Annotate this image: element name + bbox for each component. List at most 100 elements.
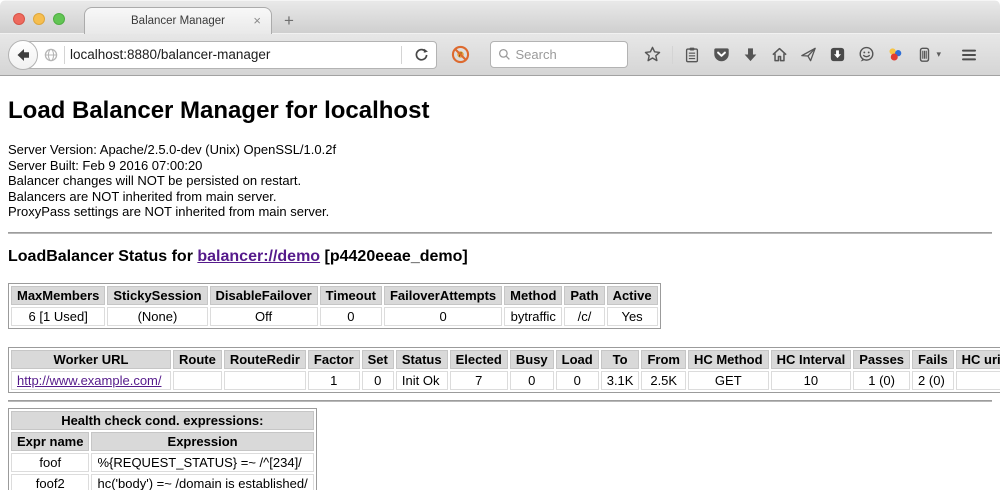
back-button[interactable] [8, 40, 38, 70]
url-bar[interactable]: localhost:8880/balancer-manager [22, 41, 437, 69]
search-bar[interactable] [490, 41, 628, 68]
tab-balancer-manager[interactable]: Balancer Manager × [84, 7, 272, 34]
table-title-row: Health check cond. expressions: [11, 411, 314, 430]
cell-expression: %{REQUEST_STATUS} =~ /^[234]/ [91, 453, 313, 472]
browser-window: Balancer Manager × + localhost:8880/bala… [0, 0, 1000, 491]
col-expression: Expression [91, 432, 313, 451]
cell-expr-name: foof [11, 453, 89, 472]
bookmark-star-button[interactable] [641, 44, 663, 66]
cell-expression: hc('body') =~ /domain is established/ [91, 474, 313, 491]
status-heading-suffix: [p4420eeae_demo] [320, 248, 468, 265]
cell-busy: 0 [510, 371, 554, 390]
table-header-row: Expr name Expression [11, 432, 314, 451]
server-built-line: Server Built: Feb 9 2016 07:00:20 [8, 158, 992, 174]
emoji-addon-button[interactable] [855, 44, 877, 66]
download-arrow-icon [741, 45, 760, 64]
page-content: Load Balancer Manager for localhost Serv… [0, 76, 1000, 490]
table-header-row: Worker URL Route RouteRedir Factor Set S… [11, 350, 1000, 369]
cell-passes: 1 (0) [853, 371, 910, 390]
back-arrow-icon [13, 45, 33, 65]
toolbar-separator [672, 46, 673, 64]
balancer-persist-note: Balancer changes will NOT be persisted o… [8, 173, 992, 189]
tab-close-icon[interactable]: × [253, 13, 261, 29]
col-factor: Factor [308, 350, 360, 369]
hamburger-icon [959, 45, 979, 65]
status-heading-prefix: LoadBalancer Status for [8, 248, 197, 265]
cell-maxmembers: 6 [1 Used] [11, 307, 105, 326]
worker-table: Worker URL Route RouteRedir Factor Set S… [8, 347, 1000, 393]
cell-method: bytraffic [504, 307, 562, 326]
health-check-table: Health check cond. expressions: Expr nam… [8, 408, 317, 491]
menu-button[interactable] [958, 44, 980, 66]
cell-active: Yes [607, 307, 658, 326]
zoom-window-button[interactable] [53, 13, 65, 25]
cell-factor: 1 [308, 371, 360, 390]
download-helper-button[interactable] [826, 44, 848, 66]
col-from: From [641, 350, 686, 369]
toolbar-icon-row: ▾ [638, 44, 1000, 66]
url-text[interactable]: localhost:8880/balancer-manager [70, 47, 270, 62]
cell-elected: 7 [450, 371, 508, 390]
col-failoverattempts: FailoverAttempts [384, 286, 502, 305]
titlebar: Balancer Manager × + [0, 0, 1000, 33]
pocket-icon [712, 45, 731, 64]
urlbar-separator [64, 46, 65, 64]
cell-fails: 2 (0) [912, 371, 954, 390]
chevron-down-icon[interactable]: ▾ [937, 49, 942, 60]
cell-status: Init Ok [396, 371, 448, 390]
reload-button[interactable] [411, 44, 433, 66]
table-row: 6 [1 Used] (None) Off 0 0 bytraffic /c/ … [11, 307, 658, 326]
col-fails: Fails [912, 350, 954, 369]
cell-route [173, 371, 222, 390]
clipboard-icon [683, 45, 701, 64]
divider [8, 400, 992, 402]
battery-addon-button[interactable] [913, 44, 935, 66]
server-info: Server Version: Apache/2.5.0-dev (Unix) … [8, 142, 992, 220]
cell-hc-method: GET [688, 371, 769, 390]
toolbar-separator [988, 46, 989, 64]
loadbalancer-status-heading: LoadBalancer Status for balancer://demo … [8, 248, 992, 266]
cell-load: 0 [556, 371, 599, 390]
worker-url-link[interactable]: http://www.example.com/ [17, 373, 162, 388]
col-worker-url: Worker URL [11, 350, 171, 369]
new-tab-button[interactable]: + [284, 11, 294, 31]
table-row: http://www.example.com/ 1 0 Init Ok 7 0 … [11, 371, 1000, 390]
cell-timeout: 0 [320, 307, 382, 326]
home-button[interactable] [768, 44, 790, 66]
site-identity-globe-icon[interactable] [43, 47, 59, 63]
balancer-demo-link[interactable]: balancer://demo [197, 248, 320, 265]
toolbar-separator [948, 46, 949, 64]
close-window-button[interactable] [13, 13, 25, 25]
col-hc-uri: HC uri [956, 350, 1000, 369]
pocket-button[interactable] [710, 44, 732, 66]
health-table-title: Health check cond. expressions: [11, 411, 314, 430]
server-version-line: Server Version: Apache/2.5.0-dev (Unix) … [8, 142, 992, 158]
search-icon [497, 47, 512, 62]
traffic-lights [13, 13, 65, 25]
reload-icon [413, 46, 430, 63]
col-to: To [601, 350, 640, 369]
search-input[interactable] [516, 47, 621, 62]
battery-icon [915, 45, 934, 64]
home-icon [770, 45, 789, 64]
cell-worker-url: http://www.example.com/ [11, 371, 171, 390]
reading-list-button[interactable] [681, 44, 703, 66]
urlbar-separator [401, 46, 402, 64]
col-stickysession: StickySession [107, 286, 207, 305]
cell-set: 0 [362, 371, 394, 390]
minimize-window-button[interactable] [33, 13, 45, 25]
col-route: Route [173, 350, 222, 369]
table-header-row: MaxMembers StickySession DisableFailover… [11, 286, 658, 305]
col-timeout: Timeout [320, 286, 382, 305]
col-maxmembers: MaxMembers [11, 286, 105, 305]
col-active: Active [607, 286, 658, 305]
table-row: foof %{REQUEST_STATUS} =~ /^[234]/ [11, 453, 314, 472]
cell-stickysession: (None) [107, 307, 207, 326]
proxypass-inherit-note: ProxyPass settings are NOT inherited fro… [8, 204, 992, 220]
video-helper-button[interactable] [884, 44, 906, 66]
send-tab-button[interactable] [797, 44, 819, 66]
flash-blocker-button[interactable] [449, 44, 471, 66]
cell-from: 2.5K [641, 371, 686, 390]
col-status: Status [396, 350, 448, 369]
downloads-button[interactable] [739, 44, 761, 66]
